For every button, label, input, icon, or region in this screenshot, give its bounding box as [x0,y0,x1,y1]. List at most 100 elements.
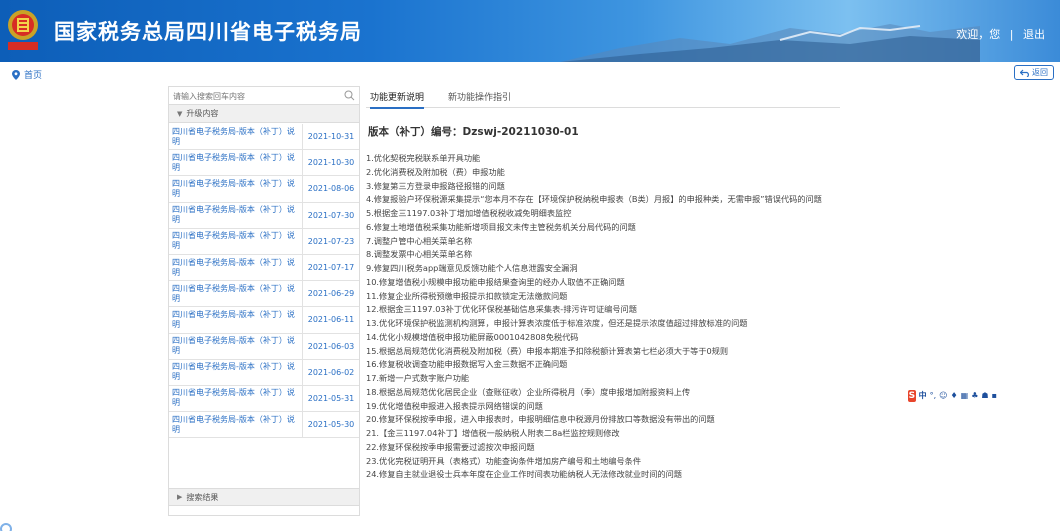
location-pin-icon [12,69,20,80]
list-item-title[interactable]: 四川省电子税务局-版本（补丁）说明 [169,333,303,359]
list-item[interactable]: 四川省电子税务局-版本（补丁）说明 2021-10-31 [169,124,359,151]
update-item: 3.修复第三方登录申报路径报错的问题 [366,180,505,191]
list-item[interactable]: 四川省电子税务局-版本（补丁）说明 2021-06-29 [169,281,359,308]
sogou-ime-icon[interactable]: S [908,389,916,402]
update-item: 6.修复土地增值税采集功能新增项目报文未传主管税务机关分局代码的问题 [366,221,636,232]
list-item-date: 2021-06-29 [307,289,355,299]
list-item[interactable]: 四川省电子税务局-版本（补丁）说明 2021-10-30 [169,150,359,177]
list-item[interactable]: 四川省电子税务局-版本（补丁）说明 2021-06-03 [169,333,359,360]
list-item[interactable]: 四川省电子税务局-版本（补丁）说明 2021-06-11 [169,307,359,334]
breadcrumb: 首页 [12,68,42,81]
logout-link[interactable]: 退出 [1023,28,1045,41]
content-tabs: 功能更新说明 新功能操作指引 [366,86,840,109]
ime-tools-icon[interactable]: ♣ [971,391,978,400]
group-upgrade-content[interactable]: ▼ 升级内容 [169,105,359,123]
update-item: 5.根据金三1197.03补丁增加增值税税收减免明细表监控 [366,208,572,218]
list-item-title[interactable]: 四川省电子税务局-版本（补丁）说明 [169,202,303,228]
ime-toolbar[interactable]: S 中 °, ☺ ♦ ▦ ♣ ☗ ▪ [908,389,1000,402]
list-item[interactable]: 四川省电子税务局-版本（补丁）说明 2021-07-30 [169,202,359,229]
update-item: 20.修复环保税按季申报，进入申报表时，申报明细信息中税源月份排放口等数据没有带… [366,414,715,425]
list-item[interactable]: 四川省电子税务局-版本（补丁）说明 2021-05-31 [169,385,359,413]
welcome-text: 欢迎，您 [956,28,1001,41]
list-item-title[interactable]: 四川省电子税务局-版本（补丁）说明 [169,228,303,254]
list-item-title[interactable]: 四川省电子税务局-版本（补丁）说明 [169,254,303,281]
search-input[interactable] [173,89,338,103]
great-wall-mountain-graphic [560,24,980,62]
list-item-title[interactable]: 四川省电子税务局-版本（补丁）说明 [169,176,303,202]
list-item-title[interactable]: 四川省电子税务局-版本（补丁）说明 [169,124,303,150]
ime-keyboard-icon[interactable]: ▦ [961,391,969,400]
expand-triangle-icon: ▶ [177,493,183,501]
update-item: 12.根据金三1197.03补丁优化环保税基础信息采集表-排污许可证编号问题 [366,304,637,315]
list-item-date: 2021-08-06 [307,184,355,194]
list-item[interactable]: 四川省电子税务局-版本（补丁）说明 2021-07-17 [169,254,359,282]
ime-voice-icon[interactable]: ♦ [951,391,958,400]
list-item-date: 2021-05-31 [307,393,355,403]
ime-skin-icon[interactable]: ☗ [981,391,988,400]
list-item-title[interactable]: 四川省电子税务局-版本（补丁）说明 [169,307,303,333]
update-item: 9.修复四川税务app端意见反馈功能个人信息泄露安全漏洞 [366,263,578,273]
list-item[interactable]: 四川省电子税务局-版本（补丁）说明 2021-06-02 [169,359,359,386]
site-title: 国家税务总局四川省电子税务局 [54,20,362,44]
update-item: 13.优化环境保护税监测机构测算，申报计算表浓度低于标准浓度，但还是提示浓度值超… [366,318,748,328]
list-item-title[interactable]: 四川省电子税务局-版本（补丁）说明 [169,281,303,307]
update-items: 1.优化契税完税联系单开具功能 2.优化消费税及附加税（费）申报功能 3.修复第三方… [366,152,886,482]
user-welcome-area: 欢迎，您 | 退出 [953,26,1048,42]
list-item-date: 2021-07-23 [307,236,355,246]
list-item-date: 2021-07-30 [307,210,355,220]
back-button[interactable]: 返回 [1014,65,1054,80]
tax-bureau-emblem-icon [8,10,38,50]
list-item-title[interactable]: 四川省电子税务局-版本（补丁）说明 [169,359,303,385]
list-item[interactable]: 四川省电子税务局-版本（补丁）说明 2021-05-30 [169,412,359,439]
collapse-triangle-icon: ▼ [177,109,183,118]
list-item-title[interactable]: 四川省电子税务局-版本（补丁）说明 [169,150,303,176]
update-item: 1.优化契税完税联系单开具功能 [366,153,481,163]
update-item: 18.根据总局规范优化居民企业（查账征收）企业所得税月（季）度申报增加附报资料上… [366,386,691,397]
site-header: 国家税务总局四川省电子税务局 欢迎，您 | 退出 [0,0,1060,62]
update-item: 10.修复增值税小规模申报功能申报结果查询里的经办人取值不正确问题 [366,276,625,287]
list-item-date: 2021-06-11 [307,315,355,325]
list-item-date: 2021-06-03 [307,341,355,351]
group-search-results[interactable]: ▶ 搜索结果 [169,488,359,506]
help-float-icon[interactable] [0,523,12,531]
list-item-title[interactable]: 四川省电子税务局-版本（补丁）说明 [169,385,303,412]
tab-function-updates[interactable]: 功能更新说明 [370,90,425,109]
search-box [169,87,359,105]
ime-punct-toggle[interactable]: °, [930,391,937,400]
update-item: 4.修复报验户环保税源采集提示“您本月不存在【环境保护税纳税申报表（B类）月报】… [366,194,822,205]
update-item: 16.修复税收调查功能申报数据写入金三数据不正确问题 [366,359,568,370]
list-item[interactable]: 四川省电子税务局-版本（补丁）说明 2021-07-23 [169,228,359,255]
list-item-date: 2021-10-30 [307,158,355,168]
list-item-date: 2021-07-17 [307,263,355,273]
tab-operation-guide[interactable]: 新功能操作指引 [448,90,511,107]
breadcrumb-home-link[interactable]: 首页 [24,68,42,81]
update-item: 11.修复企业所得税预缴申报提示扣款锁定无法缴款问题 [366,290,568,301]
update-item: 7.调整户管中心相关菜单名称 [366,235,473,246]
list-item-date: 2021-06-02 [307,367,355,377]
update-item: 23.优化完税证明开具（表格式）功能查询条件增加房产编号和土地编号条件 [366,455,642,466]
update-item: 14.优化小规模增值税申报功能屏蔽0001042808免税代码 [366,331,579,342]
ime-language-toggle[interactable]: 中 [919,390,927,401]
update-item: 19.优化增值税申报进入报表提示网络错误的问题 [366,400,543,411]
update-item: 15.根据总局规范优化消费税及附加税（费）申报本期准予扣除税额计算表第七栏必须大… [366,345,729,356]
ime-emoji-icon[interactable]: ☺ [939,391,947,400]
update-list: 四川省电子税务局-版本（补丁）说明 2021-10-31 四川省电子税务局-版本（补… [169,124,359,439]
version-title: 版本（补丁）编号：Dzswj-20211030-01 [368,126,579,138]
update-item: 17.新增一户式数字账户功能 [366,373,470,383]
group-results-label: 搜索结果 [186,492,219,502]
update-item: 22.修复环保税按季申报需要过滤按次申报问题 [366,441,535,452]
return-arrow-icon [1020,69,1029,77]
list-item-title[interactable]: 四川省电子税务局-版本（补丁）说明 [169,412,303,438]
update-item: 21.【金三1197.04补丁】增值税一般纳税人附表二8a栏监控规则修改 [366,428,620,438]
search-icon[interactable] [344,90,355,101]
update-item: 8.调整发票中心相关菜单名称 [366,249,473,260]
update-item: 2.优化消费税及附加税（费）申报功能 [366,166,505,177]
ime-menu-icon[interactable]: ▪ [992,391,997,400]
back-button-label: 返回 [1032,68,1048,77]
update-item: 24.修复自主就业退役士兵本年度在企业工作时间表功能纳税人无法修改就业时间的问题 [366,469,682,480]
group-upgrade-label: 升级内容 [186,109,219,118]
list-item-date: 2021-10-31 [307,132,355,142]
header-separator: | [1009,28,1014,41]
list-item-date: 2021-05-30 [307,420,355,430]
list-item[interactable]: 四川省电子税务局-版本（补丁）说明 2021-08-06 [169,176,359,203]
